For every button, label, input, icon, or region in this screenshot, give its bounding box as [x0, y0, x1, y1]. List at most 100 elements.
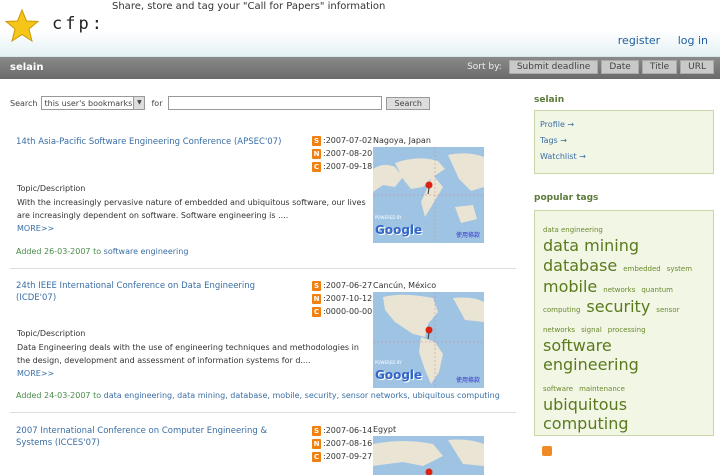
entry-description: With the increasingly pervasive nature o… [17, 196, 367, 235]
location-map[interactable]: POWERED BY Google 使用條款 [373, 292, 484, 388]
tag-link[interactable]: database [543, 256, 617, 275]
conference-date-icon: C [312, 451, 321, 462]
sort-label: Sort by: [467, 62, 502, 72]
notification-date-icon: N [312, 293, 321, 304]
entry-location: Cancún, México [373, 281, 437, 290]
tag-link[interactable]: sensor [656, 306, 679, 314]
powered-by-label: POWERED BY [375, 215, 402, 220]
sort-title-button[interactable]: Title [641, 60, 678, 74]
tag-cloud: data engineering data miningdatabase embed… [535, 211, 713, 434]
sort-submit-deadline-button[interactable]: Submit deadline [508, 60, 599, 74]
tag-link[interactable]: data engineering [543, 226, 603, 234]
tag-cloud-box: data engineering data miningdatabase embed… [534, 210, 714, 436]
entry-title[interactable]: 2007 International Conference on Compute… [16, 425, 296, 449]
user-bar: selain Sort by: Submit deadline Date Tit… [0, 57, 720, 79]
tag-link[interactable]: signal [581, 326, 602, 334]
location-map[interactable] [373, 436, 484, 475]
conference-date: :0000-00-00 [323, 307, 373, 316]
search-button[interactable]: Search [386, 96, 430, 110]
google-logo: Google [375, 223, 423, 237]
for-label: for [151, 98, 163, 108]
entry-dates: S:2007-07-02 N:2007-08-20 C:2007-09-18 [312, 134, 372, 173]
tag-link[interactable]: security [586, 297, 650, 316]
tag-link[interactable]: quantum [641, 286, 673, 294]
description-text: Data Engineering deals with the use of e… [17, 343, 359, 365]
location-map[interactable]: POWERED BY Google 使用條款 [373, 147, 484, 243]
conference-date: :2007-09-18 [323, 162, 373, 171]
conference-date: :2007-09-27 [323, 452, 373, 461]
notification-date: :2007-08-16 [323, 439, 373, 448]
tag-link[interactable]: computing [543, 306, 580, 314]
submit-date: :2007-06-14 [323, 426, 373, 435]
submit-date-icon: S [312, 425, 321, 436]
entry-tags[interactable]: data engineering, data mining, database,… [104, 391, 500, 400]
tags-link[interactable]: Tags → [540, 133, 713, 149]
submit-date: :2007-06-27 [323, 281, 373, 290]
search-bar: Search this user's bookmarks ▼ for Searc… [10, 96, 430, 110]
entry-divider [10, 412, 516, 413]
entry-dates: S:2007-06-27 N:2007-10-12 C:0000-00-00 [312, 279, 372, 318]
notification-date-icon: N [312, 148, 321, 159]
top-links: register log in [604, 34, 708, 47]
sidebar-user-heading: selain [534, 95, 565, 105]
entry-location: Nagoya, Japan [373, 136, 431, 145]
map-terms-link[interactable]: 使用條款 [456, 230, 480, 239]
more-link[interactable]: MORE>> [17, 224, 54, 233]
entry-tags[interactable]: software engineering [104, 247, 189, 256]
added-text: Added 26-03-2007 to [16, 247, 102, 256]
register-link[interactable]: register [618, 34, 660, 47]
tag-link[interactable]: maintenance [579, 385, 625, 393]
entry-divider [10, 268, 516, 269]
conference-date-icon: C [312, 161, 321, 172]
entry-title[interactable]: 24th IEEE International Conference on Da… [16, 280, 296, 304]
entry-description: Data Engineering deals with the use of e… [17, 341, 367, 380]
site-logo-text[interactable]: cfp: [52, 14, 105, 34]
entry-title[interactable]: 14th Asia-Pacific Software Engineering C… [16, 136, 296, 148]
tag-link[interactable]: software [543, 385, 573, 393]
added-text: Added 24-03-2007 to [16, 391, 102, 400]
tag-link[interactable]: mobile [543, 277, 597, 296]
more-link[interactable]: MORE>> [17, 369, 54, 378]
tag-link[interactable]: ubiquitous computing [543, 395, 703, 433]
username: selain [10, 62, 44, 73]
sort-controls: Sort by: Submit deadline Date Title URL [467, 60, 714, 74]
profile-link[interactable]: Profile → [540, 117, 713, 133]
submit-date-icon: S [312, 280, 321, 291]
map-terms-link[interactable]: 使用條款 [456, 375, 480, 384]
tag-link[interactable]: data mining [543, 236, 639, 255]
notification-date: :2007-10-12 [323, 294, 373, 303]
sort-date-button[interactable]: Date [601, 60, 639, 74]
rss-icon[interactable] [542, 446, 552, 456]
search-label: Search [10, 98, 38, 108]
sidebar-user-box: Profile → Tags → Watchlist → [534, 110, 714, 174]
search-scope-select[interactable]: this user's bookmarks ▼ [41, 96, 146, 110]
site-header: cfp: Share, store and tag your "Call for… [0, 0, 720, 57]
login-link[interactable]: log in [678, 34, 708, 47]
tag-link[interactable]: embedded [623, 265, 661, 273]
description-text: With the increasingly pervasive nature o… [17, 198, 366, 220]
notification-date-icon: N [312, 438, 321, 449]
sort-url-button[interactable]: URL [680, 60, 714, 74]
tag-link[interactable]: networks [543, 326, 575, 334]
conference-date-icon: C [312, 306, 321, 317]
powered-by-label: POWERED BY [375, 360, 402, 365]
chevron-down-icon[interactable]: ▼ [133, 97, 145, 109]
watchlist-link[interactable]: Watchlist → [540, 149, 713, 165]
topic-heading: Topic/Description [17, 329, 86, 338]
site-tagline: Share, store and tag your "Call for Pape… [112, 1, 386, 12]
submit-date-icon: S [312, 135, 321, 146]
topic-heading: Topic/Description [17, 184, 86, 193]
star-logo-icon[interactable] [4, 8, 40, 44]
tag-link[interactable]: networks [603, 286, 635, 294]
entry-added: Added 26-03-2007 to software engineering [16, 247, 188, 256]
tag-link[interactable]: software engineering [543, 336, 703, 374]
entry-location: Egypt [373, 425, 397, 434]
entry-dates: S:2007-06-14 N:2007-08-16 C:2007-09-27 [312, 424, 372, 463]
google-logo: Google [375, 368, 423, 382]
submit-date: :2007-07-02 [323, 136, 373, 145]
tag-link[interactable]: system [667, 265, 692, 273]
search-input[interactable] [168, 96, 383, 110]
entry-added: Added 24-03-2007 to data engineering, da… [16, 391, 500, 400]
tag-link[interactable]: processing [608, 326, 646, 334]
search-scope-value: this user's bookmarks [44, 99, 133, 108]
